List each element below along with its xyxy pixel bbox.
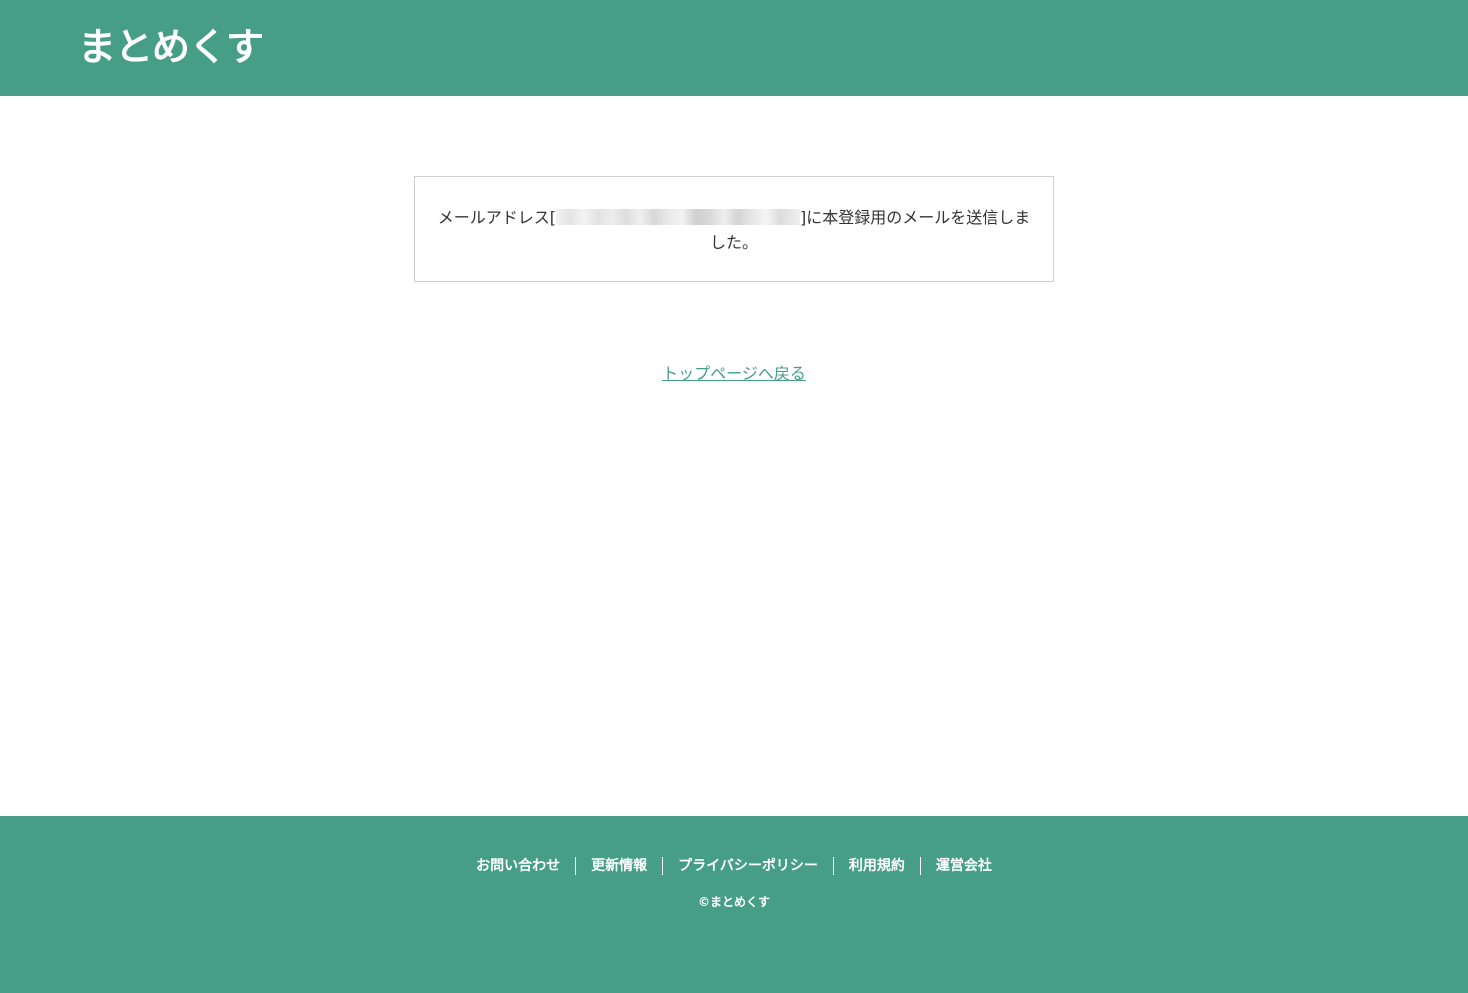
footer-nav: お問い合わせ 更新情報 プライバシーポリシー 利用規約 運営会社 [0,857,1468,875]
site-header: まとめくす [0,0,1468,96]
message-box: メールアドレス[]に本登録用のメールを送信しました。 [414,176,1054,282]
back-link-container: トップページへ戻る [0,362,1468,386]
redacted-email [556,209,800,225]
copyright: ©まとめくす [697,895,770,909]
footer-link-updates[interactable]: 更新情報 [575,857,662,875]
footer-link-contact[interactable]: お問い合わせ [461,857,575,875]
message-prefix: メールアドレス[ [437,208,556,227]
footer-link-privacy[interactable]: プライバシーポリシー [662,857,833,875]
site-logo[interactable]: まとめくす [78,22,264,72]
footer-link-company[interactable]: 運営会社 [919,857,1007,875]
confirmation-message: メールアドレス[]に本登録用のメールを送信しました。 [431,205,1037,255]
site-footer: お問い合わせ 更新情報 プライバシーポリシー 利用規約 運営会社 ©まとめくす [0,816,1468,993]
footer-link-terms[interactable]: 利用規約 [832,857,920,875]
back-to-top-link[interactable]: トップページへ戻る [662,364,806,383]
